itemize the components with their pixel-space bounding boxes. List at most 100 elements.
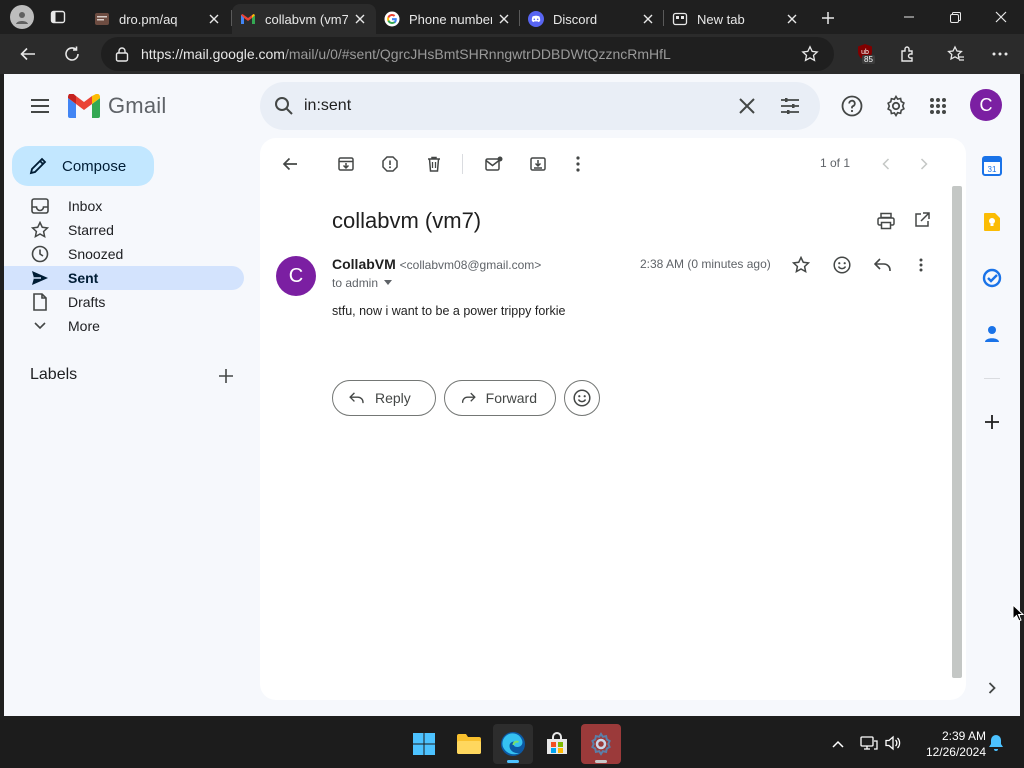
sidebar-item-drafts[interactable]: Drafts — [4, 290, 244, 314]
newer-chevron-icon[interactable] — [874, 152, 898, 176]
tab-gmail[interactable]: collabvm (vm7) — [232, 4, 376, 34]
tab-phone-number[interactable]: Phone number — [376, 4, 520, 34]
support-icon[interactable] — [834, 88, 870, 124]
notification-bell-icon[interactable] — [988, 734, 1008, 754]
move-to-icon[interactable] — [526, 152, 550, 176]
forward-button[interactable]: Forward — [444, 380, 556, 416]
forward-label: Forward — [485, 390, 537, 406]
extension-ublock-icon[interactable]: ub 85 — [856, 43, 876, 65]
close-tab-icon[interactable] — [784, 11, 800, 27]
sidebar-item-starred[interactable]: Starred — [4, 218, 244, 242]
emoji-react-icon[interactable] — [833, 256, 851, 274]
system-clock[interactable]: 2:39 AM 12/26/2024 — [912, 728, 986, 760]
new-tab-button[interactable] — [816, 7, 840, 29]
close-tab-icon[interactable] — [640, 11, 656, 27]
favorite-star-icon[interactable] — [801, 45, 819, 63]
calendar-icon[interactable]: 31 — [978, 152, 1006, 180]
tab-actions-icon[interactable] — [50, 9, 68, 25]
delete-icon[interactable] — [422, 152, 446, 176]
restore-button[interactable] — [932, 0, 978, 34]
report-spam-icon[interactable] — [378, 152, 402, 176]
message-time: 2:38 AM (0 minutes ago) — [640, 257, 771, 271]
message-more-icon[interactable] — [919, 258, 923, 272]
search-bar[interactable]: in:sent — [260, 82, 820, 130]
minimize-button[interactable] — [886, 0, 932, 34]
forward-arrow-icon — [461, 392, 476, 403]
show-hidden-icons-chevron-icon[interactable] — [828, 734, 848, 754]
hide-side-panel-chevron-icon[interactable] — [978, 674, 1006, 702]
extension-badge: 85 — [862, 55, 875, 64]
start-windows-icon[interactable] — [404, 724, 444, 764]
tab-title: New tab — [697, 11, 745, 27]
archive-icon[interactable] — [334, 152, 358, 176]
reload-button[interactable] — [56, 38, 88, 70]
sidebar-item-inbox[interactable]: Inbox — [4, 194, 244, 218]
back-to-sent-icon[interactable] — [278, 152, 302, 176]
main-menu-icon[interactable] — [24, 90, 56, 122]
edge-browser-icon[interactable] — [493, 724, 533, 764]
clear-search-icon[interactable] — [738, 97, 756, 115]
more-actions-icon[interactable] — [566, 152, 590, 176]
close-tab-icon[interactable] — [352, 11, 368, 27]
chevron-down-icon — [30, 316, 50, 336]
scrollbar[interactable] — [952, 186, 962, 678]
tab-discord[interactable]: Discord — [520, 4, 664, 34]
tab-dro-pm[interactable]: dro.pm/aq — [86, 4, 230, 34]
mark-unread-icon[interactable] — [482, 152, 506, 176]
volume-icon[interactable] — [884, 734, 904, 754]
more-options-icon[interactable] — [984, 38, 1016, 70]
lock-icon[interactable] — [115, 46, 129, 62]
open-in-new-window-icon[interactable] — [914, 212, 930, 228]
windows-taskbar: 2:39 AM 12/26/2024 — [0, 720, 1024, 768]
apps-grid-icon[interactable] — [920, 88, 956, 124]
print-icon[interactable] — [877, 212, 895, 230]
sidebar-item-sent[interactable]: Sent — [4, 266, 244, 290]
close-tab-icon[interactable] — [206, 11, 222, 27]
close-tab-icon[interactable] — [496, 11, 512, 27]
address-bar[interactable]: https://mail.google.com/mail/u/0/#sent/Q… — [101, 37, 834, 71]
sender-avatar[interactable]: C — [276, 256, 316, 296]
svg-text:31: 31 — [988, 165, 997, 174]
back-button[interactable] — [12, 38, 44, 70]
search-options-icon[interactable] — [780, 96, 800, 116]
sender-email: <collabvm08@gmail.com> — [399, 258, 542, 272]
keep-icon[interactable] — [978, 208, 1006, 236]
settings-gear-icon[interactable] — [878, 88, 914, 124]
search-icon[interactable] — [274, 96, 294, 116]
network-icon[interactable] — [860, 734, 880, 754]
compose-button[interactable]: Compose — [12, 146, 154, 186]
star-message-icon[interactable] — [792, 256, 810, 274]
extensions-icon[interactable] — [892, 38, 924, 70]
clock-icon — [30, 244, 50, 264]
file-explorer-icon[interactable] — [449, 724, 489, 764]
inbox-icon — [30, 196, 50, 216]
get-addons-plus-icon[interactable] — [978, 408, 1006, 436]
reply-button[interactable]: Reply — [332, 380, 436, 416]
settings-app-icon[interactable] — [581, 724, 621, 764]
tasks-icon[interactable] — [978, 264, 1006, 292]
sender-name[interactable]: CollabVM — [332, 256, 396, 272]
gmail-logo[interactable]: Gmail — [68, 93, 166, 119]
add-label-icon[interactable] — [214, 364, 238, 388]
show-details-chevron-icon[interactable] — [384, 280, 393, 286]
tab-title: Phone number — [409, 11, 492, 27]
favorites-icon[interactable] — [940, 38, 972, 70]
close-window-button[interactable] — [978, 0, 1024, 34]
microsoft-store-icon[interactable] — [537, 724, 577, 764]
sidebar-item-label: Sent — [68, 270, 99, 286]
sidebar-item-more[interactable]: More — [4, 314, 244, 338]
gmail-icon — [240, 11, 256, 27]
labels-heading: Labels — [30, 366, 78, 383]
older-chevron-icon[interactable] — [912, 152, 936, 176]
pencil-icon — [28, 156, 48, 176]
url-text[interactable]: https://mail.google.com/mail/u/0/#sent/Q… — [141, 46, 761, 62]
contacts-icon[interactable] — [978, 320, 1006, 348]
search-input[interactable]: in:sent — [304, 97, 351, 115]
profile-avatar[interactable] — [10, 5, 34, 29]
tab-new-tab[interactable]: New tab — [664, 4, 808, 34]
account-avatar[interactable]: C — [970, 89, 1002, 121]
newtab-icon — [672, 11, 688, 27]
reply-icon[interactable] — [874, 258, 892, 272]
emoji-reaction-button[interactable] — [564, 380, 600, 416]
sidebar-item-snoozed[interactable]: Snoozed — [4, 242, 244, 266]
